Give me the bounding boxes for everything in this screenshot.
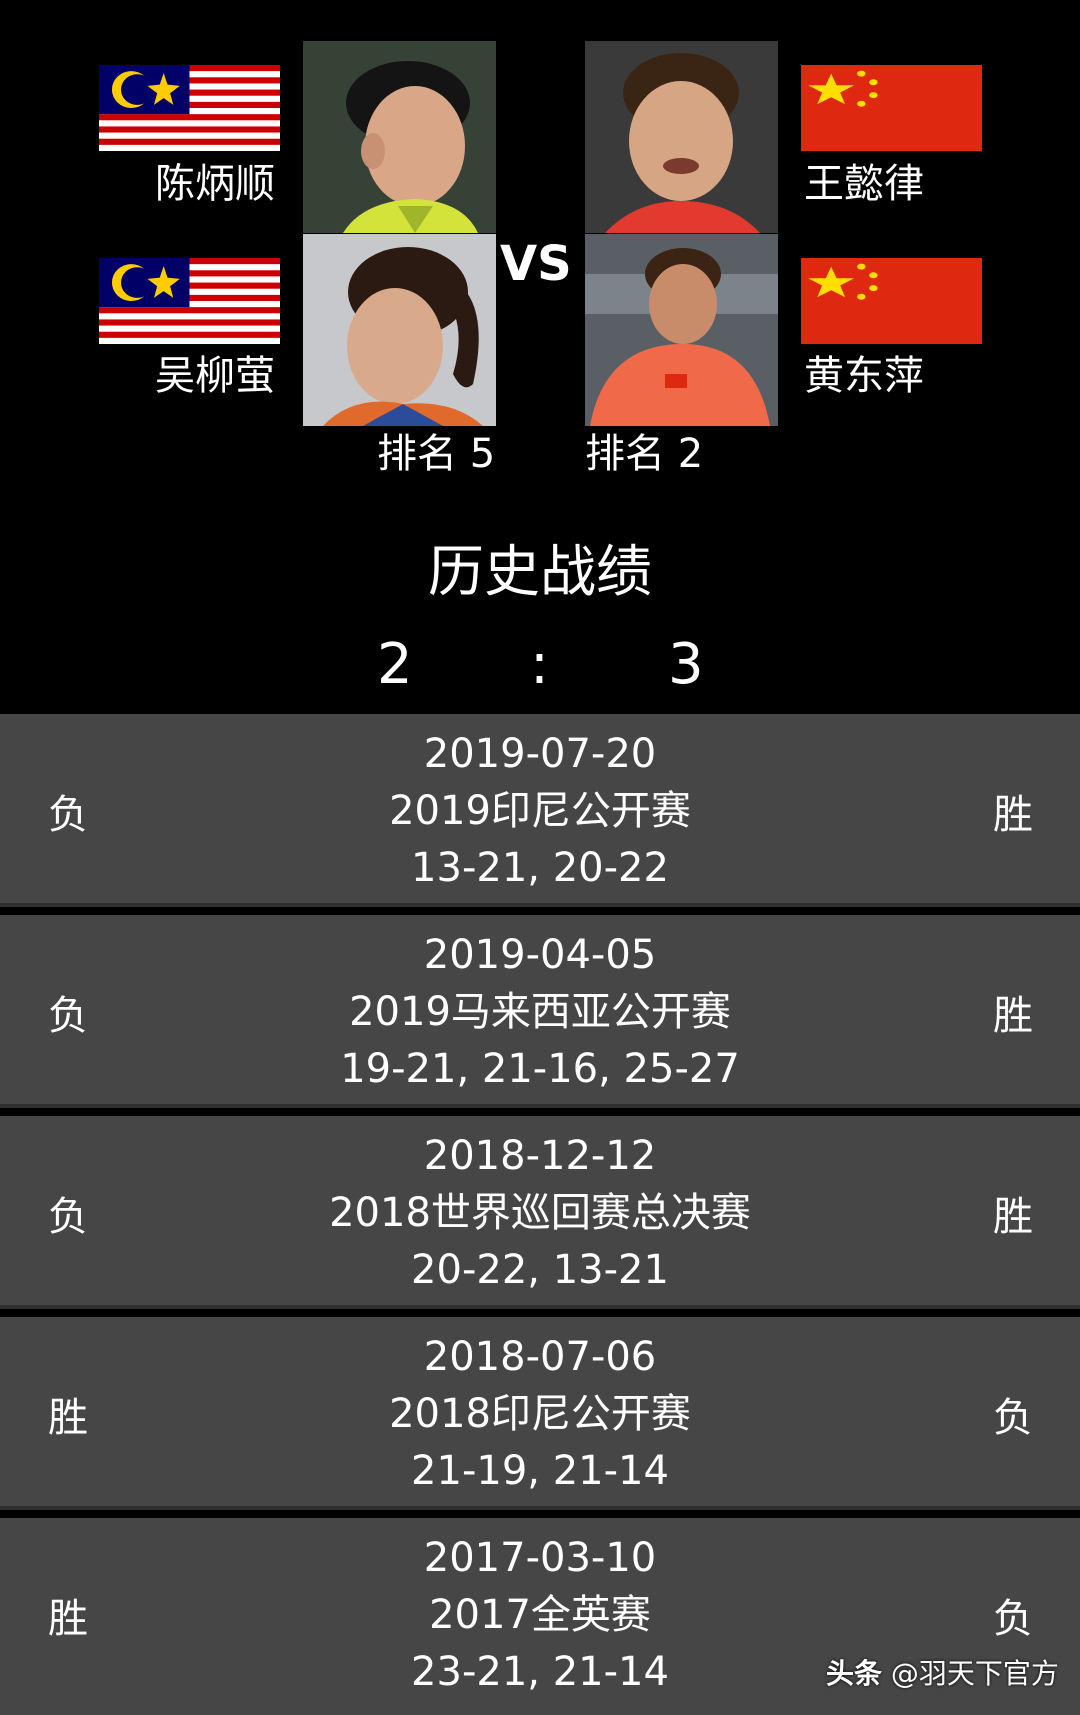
- left-result: 负: [48, 993, 88, 1039]
- left-result: 负: [48, 792, 88, 838]
- right-result: 胜: [993, 792, 1033, 838]
- match-event: 2018世界巡回赛总决赛: [329, 1190, 751, 1236]
- match-row: 负 2018-12-12 2018世界巡回赛总决赛 20-22, 13-21 胜: [0, 1116, 1080, 1309]
- watermark-brand: 头条: [826, 1657, 883, 1690]
- match-info: 2018-12-12 2018世界巡回赛总决赛 20-22, 13-21: [180, 1128, 900, 1299]
- china-flag-icon: [801, 258, 982, 344]
- right-player-2-photo: [585, 234, 778, 426]
- malaysia-flag-icon: [99, 65, 280, 151]
- matchup-header: 陈炳顺 吴柳萤 VS 王懿律 黄东萍 排名 5 排名 2 历史战绩 2: 3: [0, 0, 1080, 712]
- match-score: 21-19, 21-14: [411, 1448, 669, 1494]
- left-player-1-photo: [303, 41, 496, 233]
- match-info: 2017-03-10 2017全英赛 23-21, 21-14: [180, 1530, 900, 1701]
- china-flag-icon: [801, 65, 982, 151]
- malaysia-flag-icon: [99, 258, 280, 344]
- match-date: 2017-03-10: [423, 1535, 657, 1581]
- head-to-head-right-score: 3: [668, 632, 704, 697]
- vs-label: VS: [500, 236, 572, 292]
- left-result: 胜: [48, 1395, 88, 1441]
- match-row: 负 2019-07-20 2019印尼公开赛 13-21, 20-22 胜: [0, 714, 1080, 907]
- match-row: 胜 2018-07-06 2018印尼公开赛 21-19, 21-14 负: [0, 1317, 1080, 1510]
- match-info: 2018-07-06 2018印尼公开赛 21-19, 21-14: [180, 1329, 900, 1500]
- match-event: 2019印尼公开赛: [389, 788, 691, 834]
- match-event: 2017全英赛: [429, 1592, 651, 1638]
- match-date: 2018-12-12: [423, 1133, 657, 1179]
- right-team-rank: 排名 2: [585, 431, 704, 477]
- left-player-2-photo: [303, 234, 496, 426]
- right-player-2-name: 黄东萍: [804, 353, 924, 399]
- right-result: 负: [993, 1596, 1033, 1642]
- left-result: 负: [48, 1194, 88, 1240]
- match-event: 2019马来西亚公开赛: [349, 989, 731, 1035]
- match-date: 2018-07-06: [423, 1334, 657, 1380]
- left-result: 胜: [48, 1596, 88, 1642]
- head-to-head-left-score: 2: [377, 632, 413, 697]
- head-to-head-separator: :: [530, 632, 549, 697]
- match-info: 2019-07-20 2019印尼公开赛 13-21, 20-22: [180, 726, 900, 897]
- match-score: 23-21, 21-14: [411, 1649, 669, 1695]
- match-score: 20-22, 13-21: [411, 1247, 669, 1293]
- match-event: 2018印尼公开赛: [389, 1391, 691, 1437]
- left-player-1-name: 陈炳顺: [155, 161, 275, 207]
- match-date: 2019-07-20: [423, 731, 657, 777]
- right-result: 负: [993, 1395, 1033, 1441]
- watermark: 头条 @羽天下官方: [826, 1656, 1059, 1692]
- match-info: 2019-04-05 2019马来西亚公开赛 19-21, 21-16, 25-…: [180, 927, 900, 1098]
- watermark-handle: @羽天下官方: [890, 1657, 1059, 1690]
- right-result: 胜: [993, 993, 1033, 1039]
- match-date: 2019-04-05: [423, 932, 657, 978]
- left-team-rank: 排名 5: [377, 431, 496, 477]
- left-player-2-name: 吴柳萤: [155, 353, 275, 399]
- right-player-1-photo: [585, 41, 778, 233]
- match-score: 19-21, 21-16, 25-27: [340, 1046, 740, 1092]
- right-result: 胜: [993, 1194, 1033, 1240]
- match-row: 负 2019-04-05 2019马来西亚公开赛 19-21, 21-16, 2…: [0, 915, 1080, 1108]
- match-score: 13-21, 20-22: [411, 845, 669, 891]
- right-player-1-name: 王懿律: [804, 161, 924, 207]
- history-title: 历史战绩: [428, 540, 652, 605]
